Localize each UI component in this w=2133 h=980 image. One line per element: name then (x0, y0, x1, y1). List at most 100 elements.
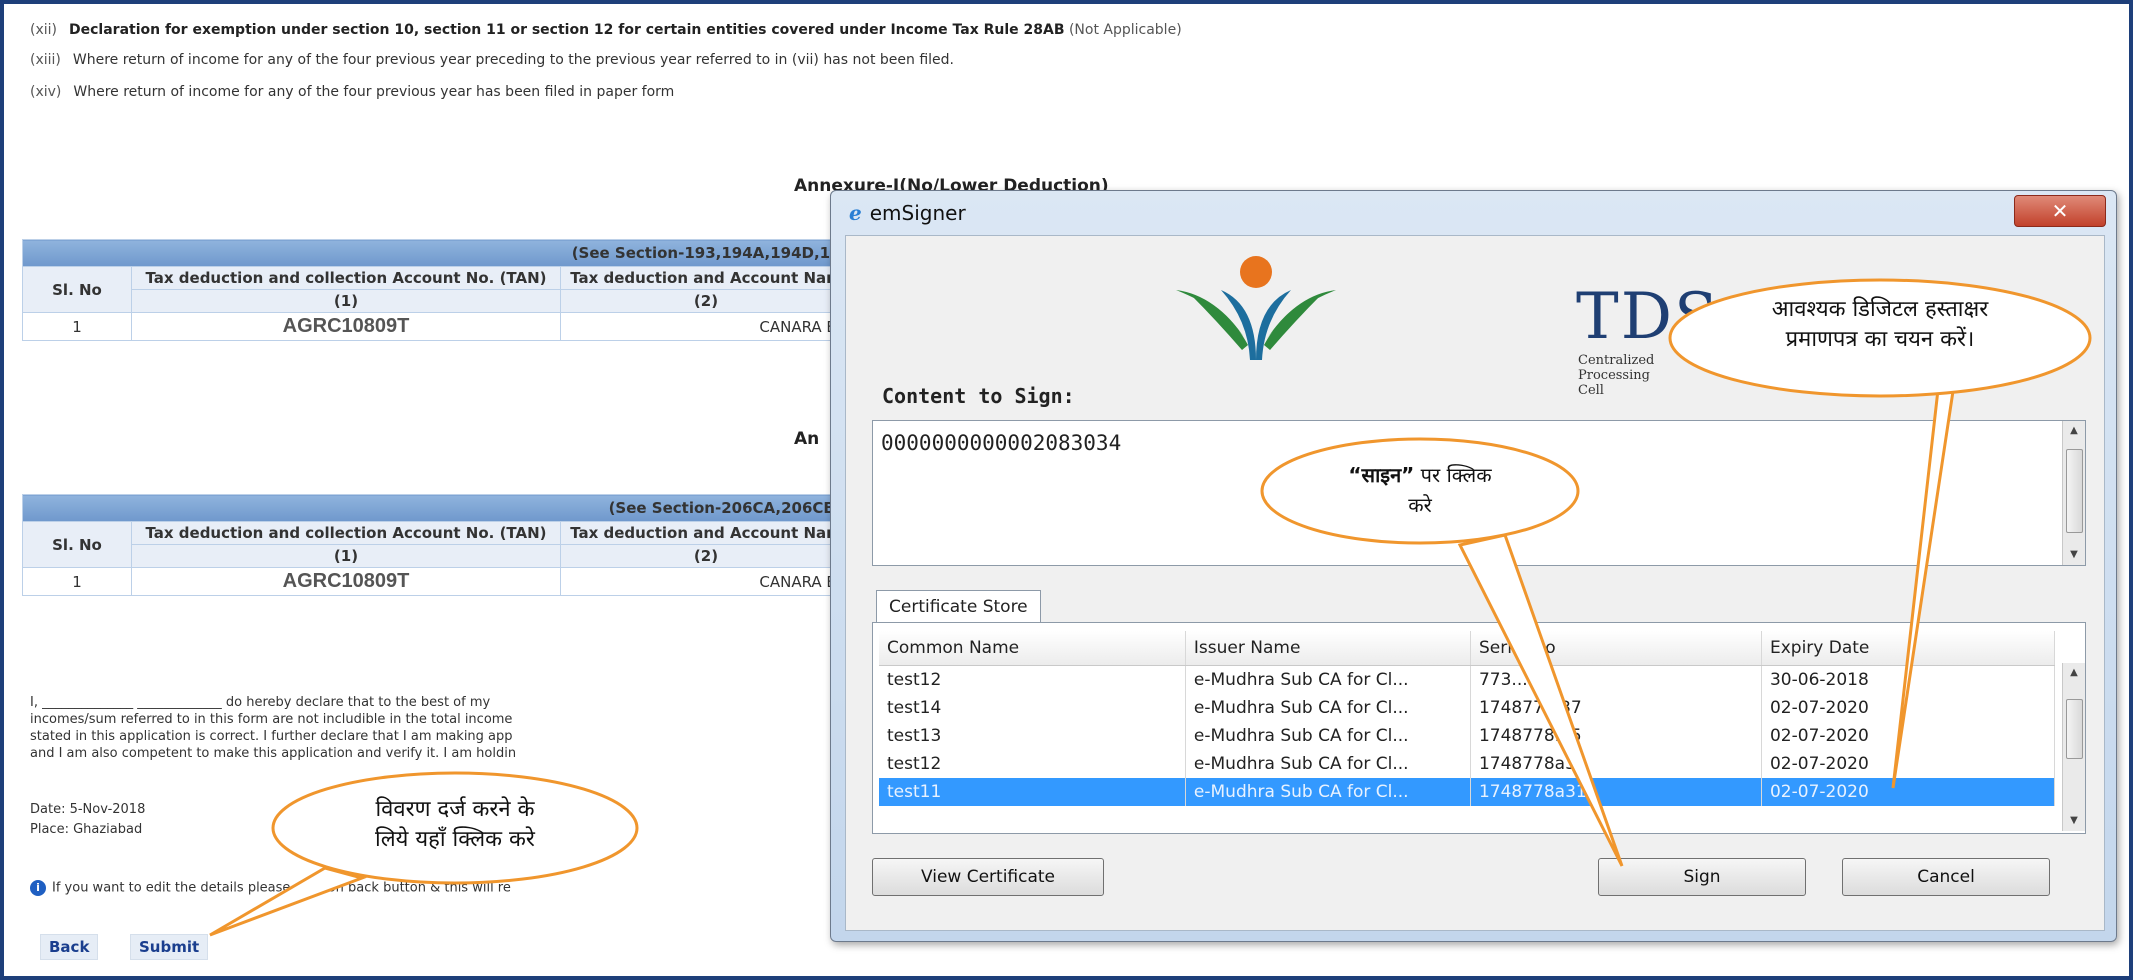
certificate-row[interactable]: test14 e-Mudhra Sub CA for Cl... 174877.… (879, 694, 2055, 722)
annexure-2-table: (See Section-206CA,206CB,2 Sl. No Tax de… (22, 494, 852, 596)
item-xiv: (xiv) Where return of income for any of t… (30, 84, 674, 100)
callout-enter-details-text: विवरण दर्ज करने के लिये यहाँ क्लिक करे (300, 795, 610, 855)
cell-issuer: e-Mudhra Sub CA for Cl... (1186, 750, 1471, 778)
cell-issuer: e-Mudhra Sub CA for Cl... (1186, 722, 1471, 750)
col-number: (1) (131, 544, 561, 568)
dialog-title: ℯ emSigner (849, 201, 966, 225)
item-text: Where return of income for any of the fo… (72, 52, 954, 68)
date-line: Date: 5-Nov-2018 (30, 802, 146, 817)
content-scrollbar[interactable]: ▲ ▼ (2062, 421, 2085, 565)
cell-expiry: 02-07-2020 (1762, 750, 2055, 778)
column-header-issuer[interactable]: Issuer Name (1186, 631, 1471, 665)
sign-button[interactable]: Sign (1598, 858, 1806, 896)
info-message: i If you want to edit the details please … (30, 880, 511, 896)
tds-emblem-icon (1176, 256, 1336, 360)
certificate-row[interactable]: test13 e-Mudhra Sub CA for Cl... 1748778… (879, 722, 2055, 750)
table-section-header: (See Section-206CA,206CB,2 (22, 494, 852, 522)
certificate-row[interactable]: test12 e-Mudhra Sub CA for Cl... 773...4… (879, 666, 2055, 694)
certificate-list: Common Name Issuer Name Serial No Expiry… (872, 622, 2086, 834)
cell-slno: 1 (22, 312, 132, 341)
column-header-common-name[interactable]: Common Name (879, 631, 1186, 665)
cell-common-name: test11 (879, 778, 1186, 806)
tan-header: Tax deduction and collection Account No.… (131, 521, 561, 545)
cell-serial: 773...48 (1471, 666, 1762, 694)
cell-serial: 174877...37 (1471, 694, 1762, 722)
name-header: Tax deduction and Account Nam (560, 521, 852, 545)
declaration-text: I, ______________ _____________ do hereb… (30, 694, 516, 762)
submit-button[interactable]: Submit (130, 934, 209, 960)
cell-serial: 1748778a31 (1471, 778, 1762, 806)
cell-common-name: test14 (879, 694, 1186, 722)
item-note: (Not Applicable) (1068, 22, 1182, 38)
column-header-serial[interactable]: Serial No (1471, 631, 1762, 665)
item-xiii: (xiii) Where return of income for any of … (30, 52, 954, 68)
cell-issuer: e-Mudhra Sub CA for Cl... (1186, 778, 1471, 806)
annexure-1-table: (See Section-193,194A,194D,194 Sl. No Ta… (22, 239, 852, 341)
cancel-button[interactable]: Cancel (1842, 858, 2050, 896)
item-number: (xii) (30, 22, 57, 38)
close-button[interactable]: ✕ (2014, 195, 2106, 227)
scroll-up-icon[interactable]: ▲ (2063, 663, 2085, 683)
view-certificate-button[interactable]: View Certificate (872, 858, 1104, 896)
emsigner-app-icon: ℯ (849, 201, 862, 225)
column-header-expiry[interactable]: Expiry Date (1762, 631, 2055, 665)
cell-common-name: test12 (879, 750, 1186, 778)
certificate-scrollbar[interactable]: ▲ ▼ (2062, 663, 2085, 831)
callout-click-sign-text: “साइन” पर क्लिक करे (1270, 460, 1570, 520)
callout-line: “साइन” पर क्लिक (1270, 460, 1570, 490)
cell-name: CANARA BA (560, 312, 852, 341)
cell-expiry: 02-07-2020 (1762, 722, 2055, 750)
callout-line: आवश्यक डिजिटल हस्ताक्षर (1771, 297, 1989, 322)
callout-select-certificate-text: आवश्यक डिजिटल हस्ताक्षर प्रमाणपत्र का चय… (1700, 295, 2060, 355)
date-place: Date: 5-Nov-2018 Place: Ghaziabad (30, 800, 145, 840)
scroll-down-icon[interactable]: ▼ (2063, 811, 2085, 831)
declaration-line: I, ______________ _____________ do hereb… (30, 695, 491, 710)
scroll-thumb[interactable] (2066, 699, 2083, 759)
cell-name: CANARA BA (560, 567, 852, 596)
col-number: (1) (131, 289, 561, 313)
declaration-line: stated in this application is correct. I… (30, 729, 513, 744)
callout-line: करे (1408, 493, 1432, 517)
cell-issuer: e-Mudhra Sub CA for Cl... (1186, 694, 1471, 722)
scroll-thumb[interactable] (2066, 449, 2083, 533)
tds-logo-subtitle: Centralized Processing Cell (1578, 353, 1655, 398)
item-text: Where return of income for any of the fo… (73, 84, 675, 100)
content-value: 0000000000002083034 (881, 431, 1122, 455)
scroll-up-icon[interactable]: ▲ (2063, 421, 2085, 441)
col-number: (2) (560, 289, 852, 313)
callout-rest: पर क्लिक (1414, 463, 1492, 487)
grid-header: Common Name Issuer Name Serial No Expiry… (879, 631, 2055, 666)
cell-serial: 1748778a3 (1471, 750, 1762, 778)
table-row: 1 AGRC10809T CANARA BA (22, 567, 852, 596)
slno-header: Sl. No (22, 521, 132, 568)
callout-bold: “साइन” (1348, 463, 1415, 487)
callout-line: लिये यहाँ क्लिक करे (375, 827, 535, 852)
cell-expiry: 02-07-2020 (1762, 694, 2055, 722)
info-icon: i (30, 880, 46, 896)
certificate-row[interactable]: test12 e-Mudhra Sub CA for Cl... 1748778… (879, 750, 2055, 778)
certificate-row-selected[interactable]: test11 e-Mudhra Sub CA for Cl... 1748778… (879, 778, 2055, 806)
table-section-header: (See Section-193,194A,194D,194 (22, 239, 852, 267)
back-button[interactable]: Back (40, 934, 99, 960)
certificate-grid: Common Name Issuer Name Serial No Expiry… (879, 631, 2055, 806)
cell-tan: AGRC10809T (131, 312, 561, 341)
cell-tan: AGRC10809T (131, 567, 561, 596)
place-line: Place: Ghaziabad (30, 822, 143, 837)
tds-logo: TDS Centralized Processing Cell (1156, 250, 1718, 398)
cell-common-name: test13 (879, 722, 1186, 750)
content-label: Content to Sign: (882, 384, 1075, 408)
col-number: (2) (560, 544, 852, 568)
close-icon: ✕ (2051, 199, 2069, 223)
name-header: Tax deduction and Account Nam (560, 266, 852, 290)
cell-issuer: e-Mudhra Sub CA for Cl... (1186, 666, 1471, 694)
cell-slno: 1 (22, 567, 132, 596)
scroll-down-icon[interactable]: ▼ (2063, 545, 2085, 565)
item-xii: (xii) Declaration for exemption under sec… (30, 22, 1182, 38)
info-text: If you want to edit the details please c… (52, 880, 511, 896)
tds-logo-text: TDS (1576, 280, 1720, 354)
tab-certificate-store[interactable]: Certificate Store (876, 590, 1041, 623)
cell-expiry: 30-06-2018 (1762, 666, 2055, 694)
callout-line: विवरण दर्ज करने के (375, 797, 535, 822)
item-text: Declaration for exemption under section … (69, 22, 1065, 38)
slno-header: Sl. No (22, 266, 132, 313)
